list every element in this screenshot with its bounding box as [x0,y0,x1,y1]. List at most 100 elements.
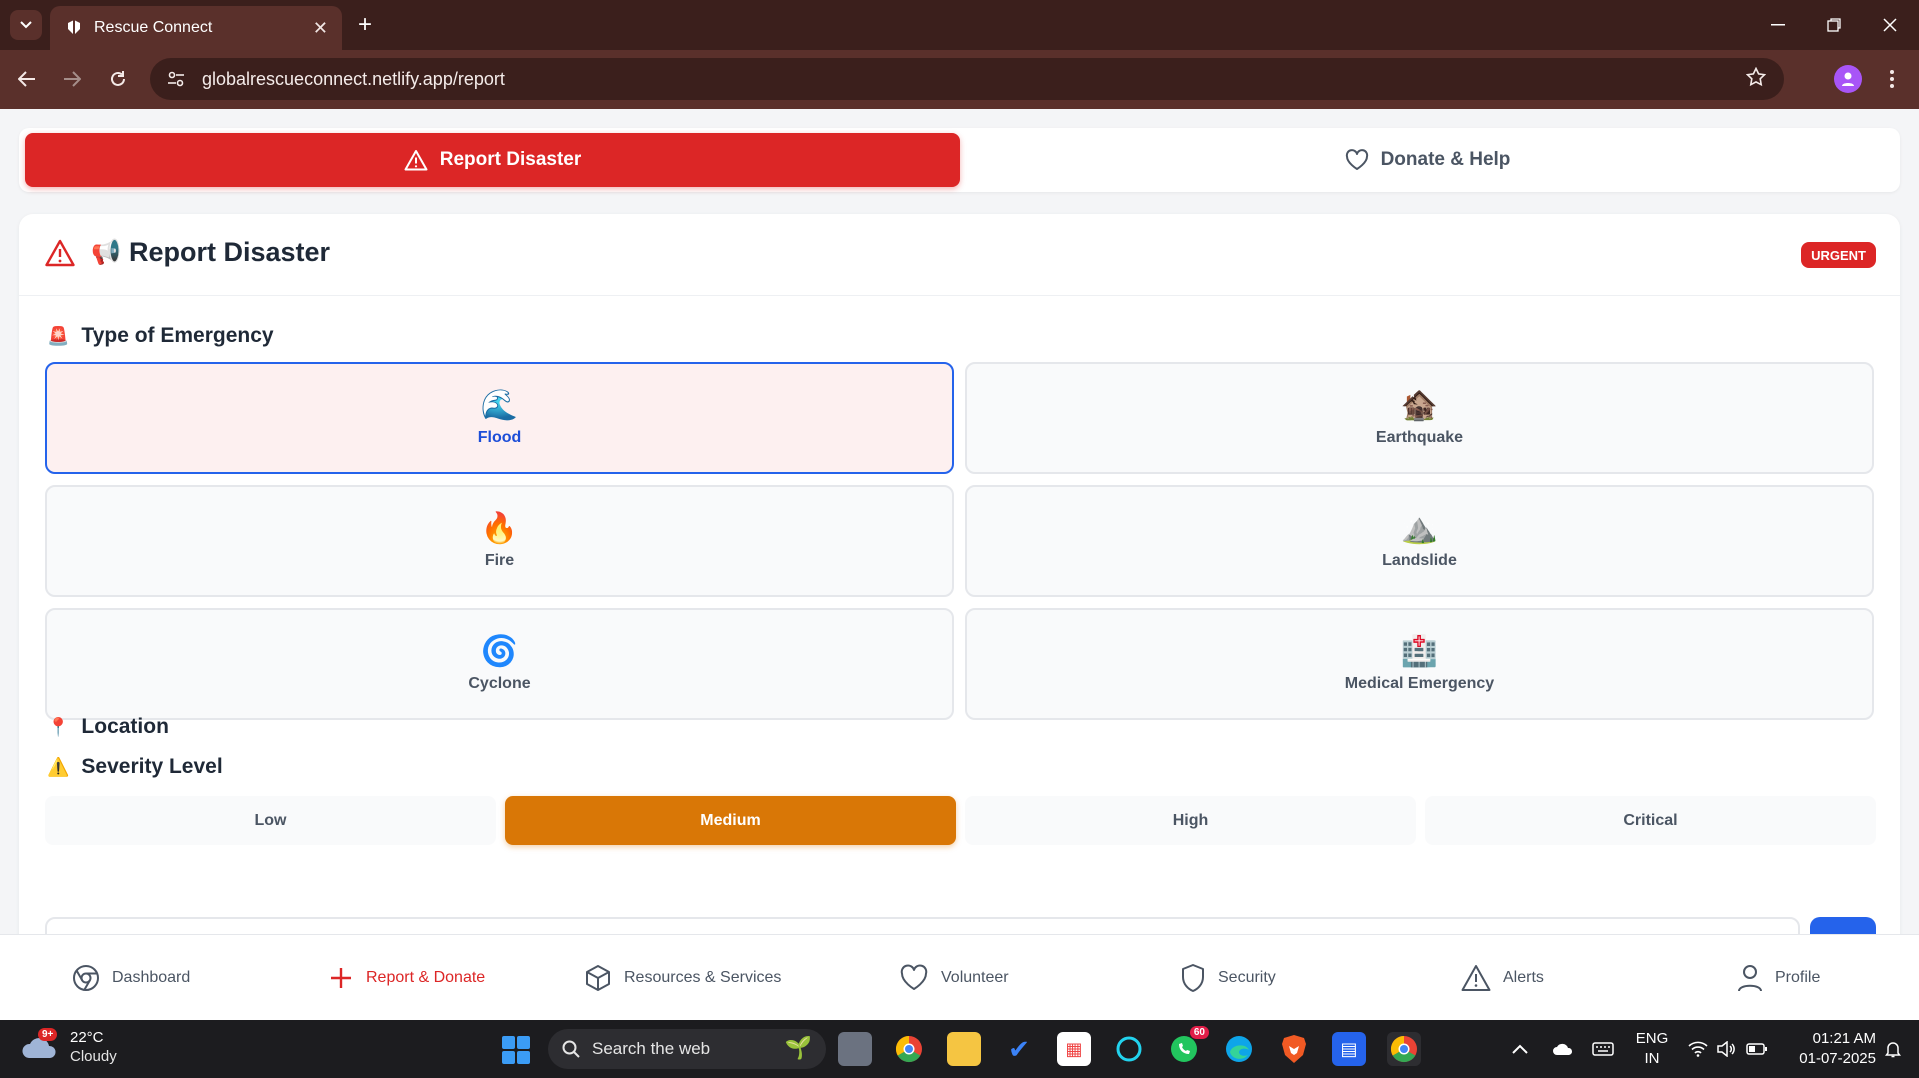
chrome-app-icon[interactable] [892,1032,926,1066]
report-disaster-tab[interactable]: Report Disaster [25,133,960,187]
site-favicon-icon [64,18,84,38]
heart-icon [900,964,928,990]
reload-button[interactable] [103,64,133,94]
region-code: IN [1644,1050,1660,1067]
os-taskbar: 9+ 22°C Cloudy Search the web 🌱 ✔ ▦ 60 ▤ [0,1020,1919,1078]
browser-tab[interactable]: Rescue Connect ✕ [50,6,342,50]
site-info-icon[interactable] [164,67,188,91]
report-card-header: 📢 Report Disaster URGENT [19,214,1900,296]
severity-high-button[interactable]: High [965,796,1416,845]
emergency-option-label: Cyclone [468,675,531,692]
weather-badge: 9+ [38,1028,58,1041]
nav-security[interactable]: Security [1180,961,1276,995]
news-icon[interactable]: ▤ [1332,1032,1366,1066]
severity-critical-button[interactable]: Critical [1425,796,1876,845]
url-text: globalrescueconnect.netlify.app/report [202,68,505,89]
input-language[interactable]: ENG IN [1632,1029,1672,1069]
chevron-down-icon [20,21,32,29]
back-button[interactable] [12,64,42,94]
severity-medium-button[interactable]: Medium [505,796,956,845]
wave-icon: 🌊 [480,389,519,422]
minimize-icon [1771,24,1785,26]
emergency-option-fire[interactable]: 🔥 Fire [45,485,954,597]
store-icon[interactable]: ▦ [1057,1032,1091,1066]
file-explorer-icon[interactable] [947,1032,981,1066]
nav-profile[interactable]: Profile [1737,961,1820,995]
urgent-badge: URGENT [1801,242,1876,268]
tab-title: Rescue Connect [94,19,213,36]
nav-resources[interactable]: Resources & Services [584,961,781,995]
volume-icon[interactable] [1716,1020,1736,1078]
emergency-option-label: Earthquake [1375,429,1464,446]
app-viewport: Report Disaster Donate & Help 📢 Report D… [0,109,1919,934]
close-icon [1883,18,1897,32]
restore-icon [1827,18,1841,32]
search-icon [562,1040,580,1058]
user-icon [1738,965,1762,992]
nav-label: Dashboard [112,969,191,986]
onedrive-cloud-icon[interactable] [1552,1020,1574,1078]
taskbar-search[interactable]: Search the web 🌱 [548,1029,826,1069]
mountain-icon: ⛰️ [1400,512,1439,545]
task-view-icon[interactable] [838,1032,872,1066]
location-heading: 📍 Location [47,715,169,739]
emergency-option-earthquake[interactable]: 🏚️ Earthquake [965,362,1874,474]
notification-bell-icon[interactable] [1884,1020,1902,1078]
close-window-button[interactable] [1870,10,1910,40]
emergency-option-landslide[interactable]: ⛰️ Landslide [965,485,1874,597]
todo-check-icon[interactable]: ✔ [1002,1032,1036,1066]
nav-report-donate[interactable]: Report & Donate [328,961,485,995]
clock-date: 01-07-2025 [1799,1050,1876,1067]
detect-location-button[interactable] [1810,917,1876,934]
edge-icon[interactable] [1222,1032,1256,1066]
browser-menu-button[interactable] [1880,64,1904,94]
mode-switcher: Report Disaster Donate & Help [19,128,1900,192]
severity-label: Severity Level [81,755,223,778]
page-title: Report Disaster [129,237,331,267]
derelict-house-icon: 🏚️ [1400,389,1439,422]
user-icon [1842,72,1854,86]
nav-alerts[interactable]: Alerts [1461,961,1544,995]
severity-low-button[interactable]: Low [45,796,496,845]
more-vertical-icon [1890,70,1894,88]
minimize-button[interactable] [1758,10,1798,40]
nav-label: Report & Donate [366,969,486,986]
tab-search-button[interactable] [10,10,42,40]
location-input[interactable] [45,917,1800,934]
restore-button[interactable] [1814,10,1854,40]
chrome-active-icon[interactable] [1387,1032,1421,1066]
address-bar[interactable]: globalrescueconnect.netlify.app/report [150,58,1784,100]
whatsapp-badge: 60 [1189,1026,1209,1039]
weather-widget[interactable]: 9+ 22°C Cloudy [20,1028,117,1066]
shield-icon [1182,964,1204,992]
new-tab-button[interactable]: + [352,11,378,38]
cortana-ring-icon[interactable] [1112,1032,1146,1066]
emergency-option-medical[interactable]: 🏥 Medical Emergency [965,608,1874,720]
battery-icon[interactable] [1746,1020,1768,1078]
emergency-option-cyclone[interactable]: 🌀 Cyclone [45,608,954,720]
show-hidden-icons[interactable] [1512,1020,1528,1078]
bookmark-star-icon[interactable] [1745,66,1767,92]
alert-triangle-icon [1461,965,1491,991]
whatsapp-icon[interactable]: 60 [1167,1026,1209,1066]
emergency-option-flood[interactable]: 🌊 Flood [45,362,954,474]
temperature: 22°C [70,1029,104,1046]
keyboard-icon[interactable] [1592,1020,1614,1078]
pin-icon: 📍 [47,716,70,737]
tab-close-icon[interactable]: ✕ [313,18,328,39]
emergency-type-heading: 🚨 Type of Emergency [47,324,274,348]
fire-icon: 🔥 [480,512,519,545]
warning-icon: ⚠️ [47,756,70,777]
system-clock[interactable]: 01:21 AM 01-07-2025 [1784,1029,1876,1069]
profile-avatar[interactable] [1834,65,1862,93]
nav-label: Security [1218,969,1276,986]
forward-button[interactable] [57,64,87,94]
nav-dashboard[interactable]: Dashboard [72,961,190,995]
wifi-icon[interactable] [1688,1020,1708,1078]
windows-start-button[interactable] [502,1036,530,1064]
brave-icon[interactable] [1277,1032,1311,1066]
nav-volunteer[interactable]: Volunteer [899,961,1009,995]
donate-help-tab[interactable]: Donate & Help [960,133,1895,187]
alert-triangle-icon [404,150,428,171]
heart-icon [1345,149,1368,170]
